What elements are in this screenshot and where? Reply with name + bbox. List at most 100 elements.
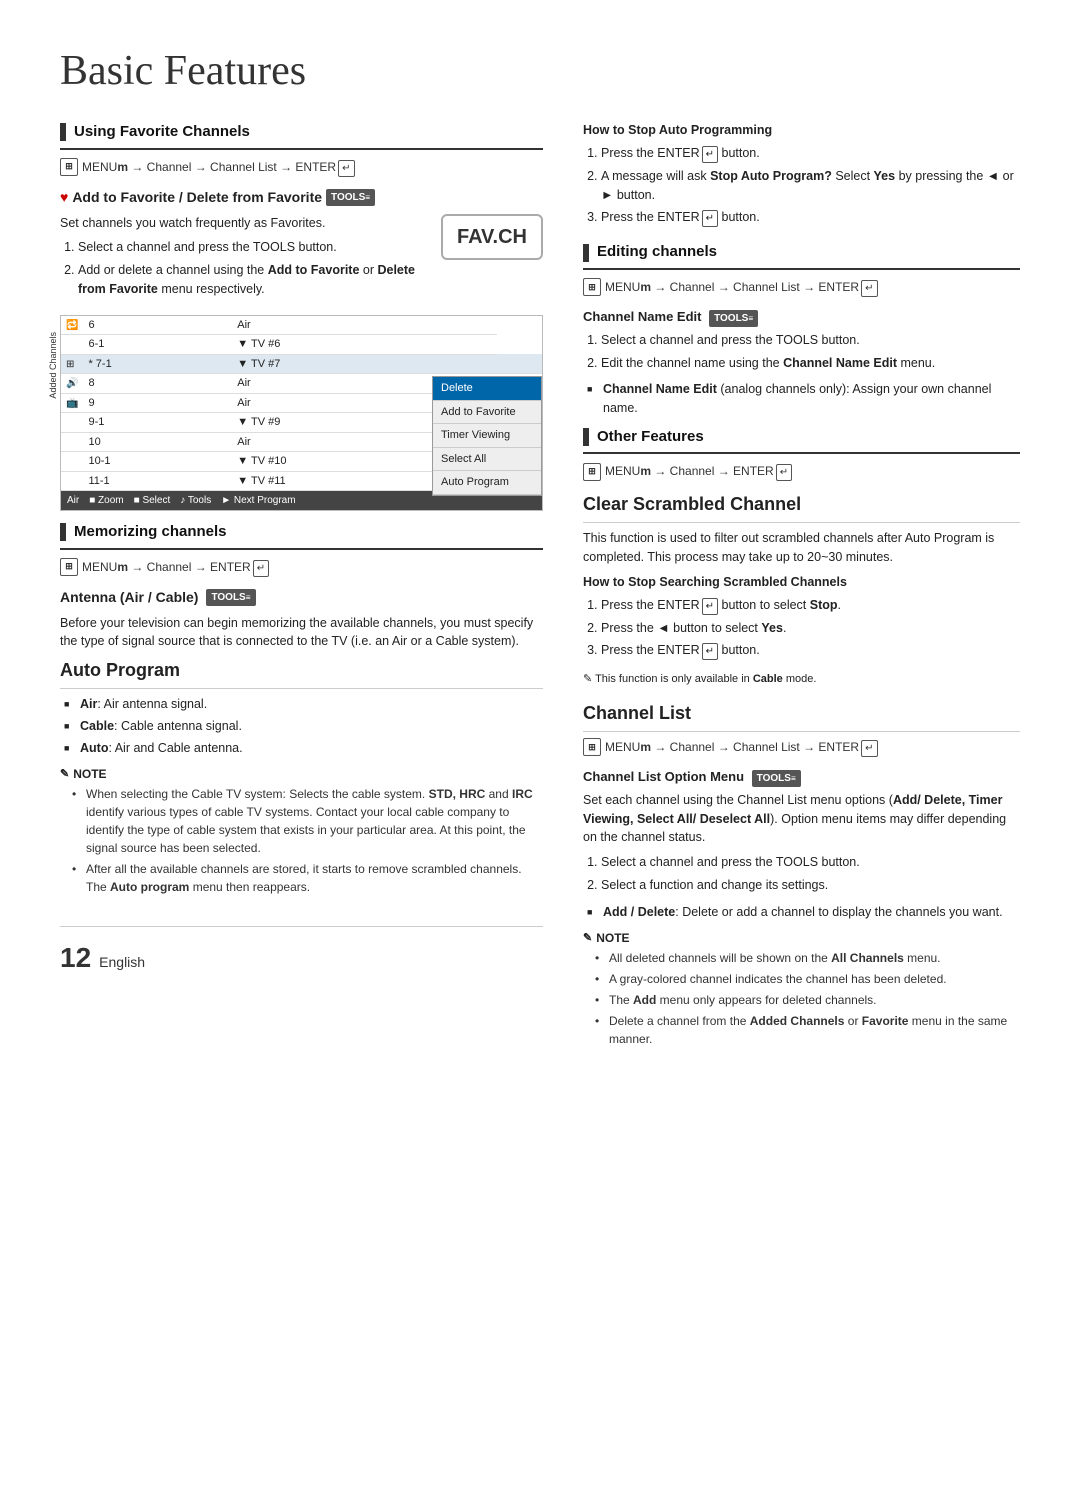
auto-program-title: Auto Program xyxy=(60,657,543,689)
section-other-header: Other Features xyxy=(583,426,1020,455)
section-editing-header: Editing channels xyxy=(583,241,1020,270)
auto-program-bullets: Air: Air antenna signal. Cable: Cable an… xyxy=(64,695,543,757)
right-column: How to Stop Auto Programming Press the E… xyxy=(583,121,1020,1056)
add-favorite-header: ♥ Add to Favorite / Delete from Favorite… xyxy=(60,187,543,208)
add-favorite-title: Add to Favorite / Delete from Favorite xyxy=(72,187,322,208)
channel-list-steps: Select a channel and press the TOOLS but… xyxy=(601,853,1020,895)
pencil-icon: ✎ xyxy=(60,766,69,783)
channel-list-note-label: ✎ NOTE xyxy=(583,929,1020,947)
menu-path-using-favorite: ⊞ MENUm → Channel → Channel List → ENTER… xyxy=(60,158,543,177)
menu-path-other-text: MENUm → Channel → ENTER↵ xyxy=(605,462,792,481)
page-number-area: 12 English xyxy=(60,926,543,979)
menu-path-editing-text: MENUm → Channel → Channel List → ENTER↵ xyxy=(605,278,878,297)
channel-list-option-desc: Set each channel using the Channel List … xyxy=(583,791,1020,847)
language-label: English xyxy=(99,952,145,973)
menu-path-text: MENUm → Channel → Channel List → ENTER↵ xyxy=(82,158,355,177)
how-to-stop-step-1: Press the ENTER↵ button. xyxy=(601,144,1020,163)
page-title: Basic Features xyxy=(60,40,1020,103)
auto-program-note-block: ✎ NOTE When selecting the Cable TV syste… xyxy=(60,765,543,896)
enter-icon-other: ↵ xyxy=(776,464,792,481)
tools-badge-antenna: TOOLS≡ xyxy=(206,589,255,606)
section-using-favorite-title: Using Favorite Channels xyxy=(74,121,250,144)
heart-icon: ♥ xyxy=(60,187,68,208)
table-row: 6-1 ▼ TV #6 xyxy=(61,335,542,355)
cl-note-2: A gray-colored channel indicates the cha… xyxy=(595,970,1020,988)
how-to-stop-auto-steps: Press the ENTER↵ button. A message will … xyxy=(601,144,1020,228)
menu-icon-channel-list: ⊞ xyxy=(583,738,601,756)
scrambled-step-1: Press the ENTER↵ button to select Stop. xyxy=(601,596,1020,615)
scrambled-note: ✎ This function is only available in Cab… xyxy=(583,668,1020,688)
channel-list-step-1: Select a channel and press the TOOLS but… xyxy=(601,853,1020,872)
menu-icon-memorizing: ⊞ xyxy=(60,558,78,576)
section-bar-other xyxy=(583,428,589,446)
channel-list-bullets: Add / Delete: Delete or add a channel to… xyxy=(587,903,1020,922)
section-editing-title: Editing channels xyxy=(597,241,717,264)
menu-path-channel-list: ⊞ MENUm → Channel → Channel List → ENTER… xyxy=(583,738,1020,757)
channel-name-edit-steps: Select a channel and press the TOOLS but… xyxy=(601,331,1020,373)
channel-name-edit-note: Channel Name Edit (analog channels only)… xyxy=(587,380,1020,418)
enter-icon-editing: ↵ xyxy=(861,280,877,297)
enter-icon-scrambled3: ↵ xyxy=(702,643,718,660)
enter-icon-scrambled1: ↵ xyxy=(702,598,718,615)
menu-path-channel-list-text: MENUm → Channel → Channel List → ENTER↵ xyxy=(605,738,878,757)
section-using-favorite-header: Using Favorite Channels xyxy=(60,121,543,150)
fav-ch-box: FAV.CH xyxy=(441,214,543,260)
channel-name-note-item: Channel Name Edit (analog channels only)… xyxy=(587,380,1020,418)
channel-list-option-header: Channel List Option Menu TOOLS≡ xyxy=(583,767,1020,787)
bullet-air: Air: Air antenna signal. xyxy=(64,695,543,714)
note-label: ✎ NOTE xyxy=(60,765,543,783)
note-list: When selecting the Cable TV system: Sele… xyxy=(72,785,543,896)
how-to-stop-scrambled-steps: Press the ENTER↵ button to select Stop. … xyxy=(601,596,1020,661)
tools-badge-channel-list: TOOLS≡ xyxy=(752,770,801,787)
antenna-section-title: Antenna (Air / Cable) TOOLS≡ xyxy=(60,587,543,608)
scrambled-step-3: Press the ENTER↵ button. xyxy=(601,641,1020,660)
tools-badge-channel-name: TOOLS≡ xyxy=(709,310,758,327)
context-menu-select-all[interactable]: Select All xyxy=(433,448,541,472)
context-menu-delete[interactable]: Delete xyxy=(433,377,541,401)
tools-badge-add-favorite: TOOLS≡ xyxy=(326,189,375,206)
how-to-stop-step-3: Press the ENTER↵ button. xyxy=(601,208,1020,227)
channel-name-edit-title: Channel Name Edit xyxy=(583,309,701,324)
channel-name-edit-header: Channel Name Edit TOOLS≡ xyxy=(583,307,1020,327)
note-text: NOTE xyxy=(73,765,106,783)
enter-icon-stop1: ↵ xyxy=(702,146,718,163)
menu-icon-other: ⊞ xyxy=(583,463,601,481)
bullet-cable: Cable: Cable antenna signal. xyxy=(64,717,543,736)
cl-note-1: All deleted channels will be shown on th… xyxy=(595,949,1020,967)
menu-icon-editing: ⊞ xyxy=(583,278,601,296)
context-menu-add-favorite[interactable]: Add to Favorite xyxy=(433,401,541,425)
bullet-auto: Auto: Air and Cable antenna. xyxy=(64,739,543,758)
channel-list-title: Channel List xyxy=(583,700,1020,732)
note-item-1: When selecting the Cable TV system: Sele… xyxy=(72,785,543,857)
left-column: Using Favorite Channels ⊞ MENUm → Channe… xyxy=(60,121,543,1056)
clear-scrambled-description: This function is used to filter out scra… xyxy=(583,529,1020,567)
cl-note-3: The Add menu only appears for deleted ch… xyxy=(595,991,1020,1009)
pencil-icon-cl: ✎ xyxy=(583,930,592,947)
section-bar xyxy=(60,123,66,141)
menu-path-memorizing: ⊞ MENUm → Channel → ENTER↵ xyxy=(60,558,543,577)
context-menu-timer-viewing[interactable]: Timer Viewing xyxy=(433,424,541,448)
scrambled-step-2: Press the ◄ button to select Yes. xyxy=(601,619,1020,638)
menu-path-other: ⊞ MENUm → Channel → ENTER↵ xyxy=(583,462,1020,481)
enter-icon-channel-list: ↵ xyxy=(861,740,877,757)
enter-icon-stop3: ↵ xyxy=(702,210,718,227)
context-menu-auto-program[interactable]: Auto Program xyxy=(433,471,541,495)
channel-list-step-2: Select a function and change its setting… xyxy=(601,876,1020,895)
antenna-title-text: Antenna (Air / Cable) xyxy=(60,587,198,608)
note-item-2: After all the available channels are sto… xyxy=(72,860,543,896)
how-to-stop-scrambled-title: How to Stop Searching Scrambled Channels xyxy=(583,573,1020,592)
how-to-stop-auto-title: How to Stop Auto Programming xyxy=(583,121,1020,140)
enter-icon-mem: ↵ xyxy=(253,560,269,577)
menu-path-memorizing-text: MENUm → Channel → ENTER↵ xyxy=(82,558,269,577)
channel-table: 🔁 6 Air 6-1 ▼ TV #6 ⊞ * 7-1 ▼ TV # xyxy=(61,316,542,492)
added-channels-label: Added Channels xyxy=(47,332,61,399)
table-row: 🔁 6 Air xyxy=(61,316,542,335)
channel-table-wrapper: Added Channels 🔁 6 Air 6-1 ▼ TV #6 xyxy=(60,315,543,512)
clear-scrambled-title: Clear Scrambled Channel xyxy=(583,491,1020,523)
note-text-cl: NOTE xyxy=(596,929,629,947)
channel-list-note-list: All deleted channels will be shown on th… xyxy=(595,949,1020,1048)
channel-list-add-delete: Add / Delete: Delete or add a channel to… xyxy=(587,903,1020,922)
how-to-stop-auto-section: How to Stop Auto Programming Press the E… xyxy=(583,121,1020,227)
section-bar xyxy=(60,523,66,541)
antenna-description: Before your television can begin memoriz… xyxy=(60,614,543,652)
